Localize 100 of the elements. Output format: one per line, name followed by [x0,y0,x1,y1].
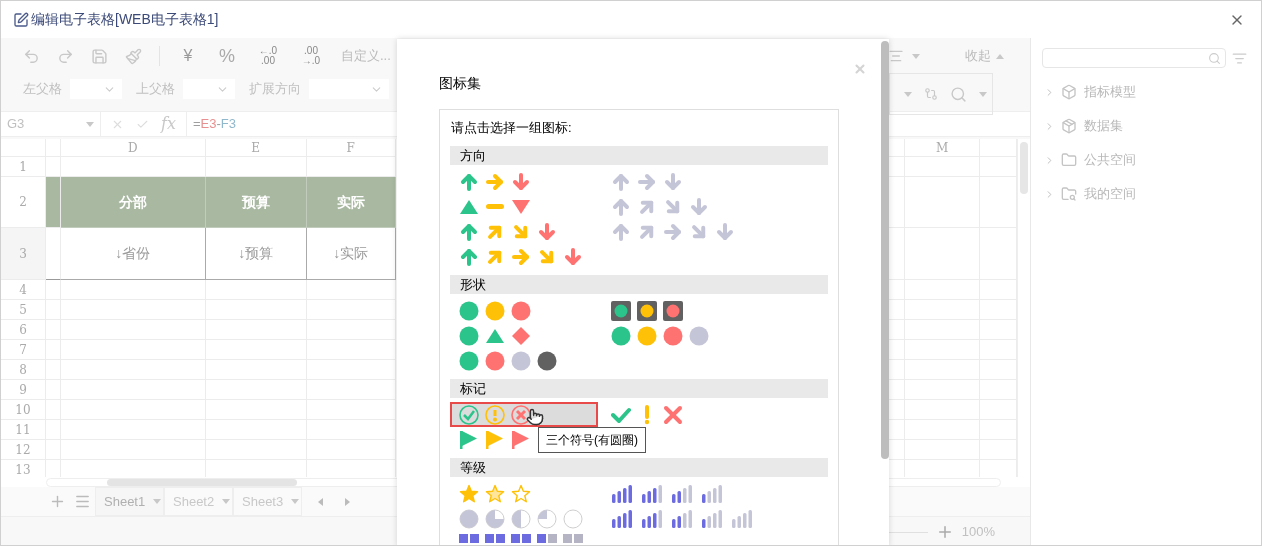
collapse-button[interactable]: 收起 [965,46,1004,66]
tree-label: 数据集 [1084,117,1123,136]
header-cell: 分部 [60,177,206,228]
star-icon [459,483,479,504]
row-number[interactable]: 11 [1,420,46,440]
scrollbar-thumb[interactable] [1020,142,1028,194]
tree-item[interactable]: 数据集 [1044,116,1261,136]
redo-button[interactable] [57,47,74,65]
arrow-up-icon [459,246,479,267]
instruction-text: 请点击选择一组图标: [450,119,573,137]
row-number[interactable]: 4 [1,280,46,300]
tree-label: 指标模型 [1084,83,1136,102]
signal-bars-icon [641,508,665,529]
box-icon [1061,118,1077,134]
circle-icon [511,350,531,371]
dialog-scrollbar[interactable] [881,41,889,459]
table-cell [45,228,61,280]
currency-button[interactable]: ¥ [177,44,199,68]
arrow-up-icon [459,221,479,242]
increase-decimal-button[interactable]: ←.0 .00 [255,46,281,66]
circle-icon [663,325,683,346]
align-icon[interactable] [888,48,904,64]
row-number[interactable]: 7 [1,340,46,360]
signal-bars-icon [611,483,635,504]
menu-icon[interactable] [74,493,91,510]
folder-search-icon [1061,186,1077,202]
section-header: 形状 [450,275,828,294]
tree-item[interactable]: 我的空间 [1044,184,1261,204]
circle-icon [611,325,631,346]
row-number[interactable]: 1 [1,157,46,177]
tooltip: 三个符号(有圆圈) [538,427,646,453]
header-cell: 实际 [306,177,396,228]
arrow-right-icon [663,221,683,242]
arrow-right-icon [637,171,657,192]
formula-text[interactable]: =E3-F3 [193,114,236,134]
caret-icon [86,121,94,127]
circle-icon [637,325,657,346]
branch-icon[interactable] [924,87,938,101]
scroll-right-icon[interactable] [345,497,350,506]
add-sheet-icon[interactable] [49,493,66,510]
icon-set-option[interactable] [450,402,598,427]
row-number[interactable]: 6 [1,320,46,340]
parent-dropdown[interactable] [183,79,235,99]
tree-label: 我的空间 [1084,185,1136,204]
filter-icon[interactable] [1232,50,1247,66]
star-icon [511,483,531,504]
row-number[interactable]: 5 [1,300,46,320]
scroll-left-icon[interactable] [318,497,323,506]
signal-bars-icon [641,483,665,504]
arrow-up-icon [459,171,479,192]
check-circle-icon [459,404,479,425]
parent-dropdown[interactable] [70,79,122,99]
undo-button[interactable] [23,47,40,65]
icon-set-option[interactable] [609,298,685,323]
arrow-up-icon [611,171,631,192]
pie-icon [537,508,557,529]
signal-bars-icon [611,508,635,529]
row-number[interactable]: 3 [1,228,46,280]
column-header[interactable]: E [205,139,307,157]
arrow-up-icon [611,221,631,242]
percent-button[interactable]: % [216,42,238,70]
arrow-right-icon [511,246,531,267]
traffic-light-icon [637,300,657,321]
arrow-down-icon [663,171,683,192]
pie-icon [511,508,531,529]
search-field[interactable] [1042,48,1226,68]
parent-dropdown[interactable] [309,79,389,99]
search-icon[interactable] [950,85,967,103]
arrow-down-icon [537,221,557,242]
caret-icon [979,91,987,97]
x-circle-icon [511,404,531,425]
cell-name-box[interactable]: G3 [1,112,101,136]
sheet-tab[interactable]: Sheet1 [95,487,164,516]
scrollbar-thumb[interactable] [107,478,297,486]
tree-item[interactable]: 公共空间 [1044,150,1261,170]
search-icon [1208,51,1221,65]
section-header: 标记 [450,379,828,398]
circle-icon [537,350,557,371]
caret-icon [996,53,1004,59]
caret-icon [222,499,231,504]
flag-icon [485,429,505,450]
decrease-decimal-button[interactable]: .00 →.0 [298,46,324,66]
circle-icon [459,300,479,321]
field-cell: ↓实际 [306,228,396,280]
pie-icon [485,508,505,529]
row-number[interactable]: 8 [1,360,46,380]
row-number[interactable]: 12 [1,440,46,460]
column-header[interactable]: D [60,139,206,157]
tree-item[interactable]: 指标模型 [1044,82,1261,102]
column-header[interactable]: M [905,139,981,157]
field-cell: ↓预算 [205,228,307,280]
save-button[interactable] [91,47,108,65]
signal-bars-icon [701,483,725,504]
dash-icon [485,204,505,209]
row-number[interactable]: 9 [1,380,46,400]
column-header[interactable]: F [306,139,396,157]
signal-bars-icon [701,508,725,529]
format-painter-button[interactable] [125,47,142,65]
flag-icon [511,429,531,450]
row-number[interactable]: 10 [1,400,46,420]
